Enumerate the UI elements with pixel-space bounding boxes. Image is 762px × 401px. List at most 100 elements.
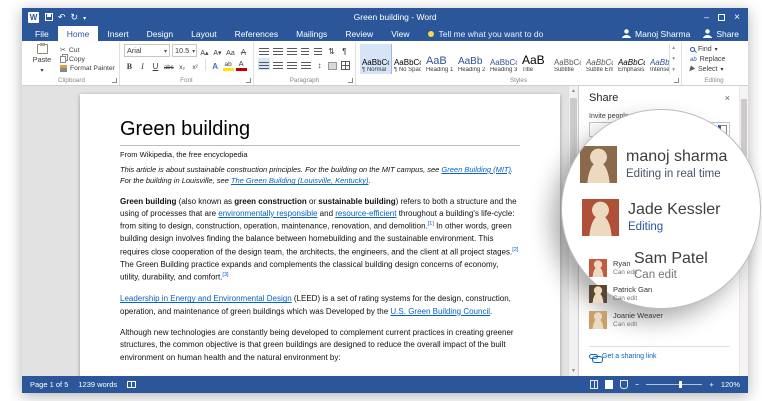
style-card-subtle-emphasis[interactable]: AaBbCcDc Subtle Em... bbox=[584, 44, 615, 74]
tab-view[interactable]: View bbox=[382, 26, 418, 41]
bold-button[interactable] bbox=[124, 59, 135, 71]
cut-button[interactable]: Cut bbox=[60, 46, 115, 54]
styles-scroll-up-icon[interactable] bbox=[672, 45, 675, 51]
font-family-dropdown-icon[interactable] bbox=[164, 46, 167, 55]
close-icon[interactable] bbox=[734, 12, 740, 23]
align-right-icon[interactable] bbox=[286, 62, 297, 70]
clipboard-dialog-launcher-icon[interactable] bbox=[111, 78, 117, 83]
proofing-icon[interactable] bbox=[127, 381, 137, 388]
shrink-font-button[interactable] bbox=[212, 45, 223, 57]
page-indicator[interactable]: Page 1 of 5 bbox=[30, 380, 68, 389]
borders-icon[interactable] bbox=[340, 61, 350, 70]
paste-dropdown-icon[interactable] bbox=[40, 65, 43, 74]
align-left-icon[interactable] bbox=[258, 62, 269, 70]
redo-icon[interactable] bbox=[71, 12, 79, 23]
line-spacing-button[interactable] bbox=[314, 58, 325, 70]
numbering-icon[interactable] bbox=[272, 48, 283, 56]
share-pane-close-icon[interactable] bbox=[725, 93, 730, 103]
style-card-title[interactable]: AaB Title bbox=[520, 44, 551, 74]
styles-dialog-launcher-icon[interactable] bbox=[674, 78, 679, 83]
multilevel-list-icon[interactable] bbox=[286, 48, 297, 56]
increase-indent-icon[interactable] bbox=[314, 48, 323, 56]
font-size-dropdown-icon[interactable] bbox=[192, 46, 195, 55]
zoom-in-icon[interactable] bbox=[709, 380, 713, 389]
print-layout-icon[interactable] bbox=[605, 380, 614, 389]
save-icon[interactable] bbox=[45, 13, 53, 21]
font-color-button[interactable] bbox=[235, 59, 247, 71]
zoom-slider[interactable] bbox=[646, 381, 703, 388]
tell-me-box[interactable]: Tell me what you want to do bbox=[428, 26, 543, 41]
font-dialog-launcher-icon[interactable] bbox=[245, 78, 251, 83]
decrease-indent-icon[interactable] bbox=[301, 48, 310, 56]
align-center-icon[interactable] bbox=[272, 62, 283, 70]
restore-icon[interactable] bbox=[718, 13, 726, 21]
tab-home[interactable]: Home bbox=[57, 26, 99, 41]
user-icon bbox=[622, 29, 632, 38]
select-dropdown-icon[interactable] bbox=[720, 66, 723, 73]
paragraph-dialog-launcher-icon[interactable] bbox=[347, 78, 353, 83]
collaborator-row[interactable]: Joanie Weaver Can edit bbox=[589, 307, 730, 333]
change-case-button[interactable] bbox=[225, 45, 236, 57]
format-painter-button[interactable]: Format Painter bbox=[60, 65, 115, 72]
copy-button[interactable]: Copy bbox=[60, 56, 115, 63]
tab-review[interactable]: Review bbox=[336, 26, 382, 41]
superscript-button[interactable] bbox=[190, 59, 201, 71]
shading-icon[interactable] bbox=[327, 62, 337, 70]
scroll-down-icon[interactable] bbox=[569, 366, 578, 376]
find-button[interactable]: Find bbox=[690, 46, 738, 53]
word-logo-icon[interactable]: W bbox=[28, 11, 39, 23]
collaborator-row[interactable]: Ryan Can edit bbox=[589, 255, 730, 281]
minimize-icon[interactable] bbox=[704, 12, 709, 22]
style-name: Intense E... bbox=[649, 67, 670, 73]
sort-button[interactable] bbox=[326, 44, 337, 56]
underline-button[interactable] bbox=[150, 59, 161, 71]
word-count[interactable]: 1239 words bbox=[78, 380, 117, 389]
grow-font-button[interactable] bbox=[199, 45, 210, 57]
bullets-icon[interactable] bbox=[258, 48, 269, 56]
styles-more-icon[interactable] bbox=[672, 67, 675, 73]
justify-icon[interactable] bbox=[300, 62, 311, 70]
show-formatting-marks-button[interactable] bbox=[339, 44, 350, 56]
subscript-button[interactable] bbox=[177, 59, 188, 71]
styles-scroll-down-icon[interactable] bbox=[672, 56, 675, 62]
style-card-no-spacing[interactable]: AaBbCcDc ¶ No Spac... bbox=[392, 44, 423, 74]
clear-formatting-button[interactable] bbox=[238, 45, 249, 57]
style-card-heading3[interactable]: AaBbCcD Heading 3 bbox=[488, 44, 519, 74]
italic-button[interactable] bbox=[137, 59, 148, 71]
zoom-level[interactable]: 120% bbox=[721, 380, 740, 389]
zoom-out-icon[interactable] bbox=[635, 380, 639, 389]
account-button[interactable]: Manoj Sharma bbox=[622, 29, 690, 39]
strikethrough-button[interactable] bbox=[163, 59, 175, 71]
web-layout-icon[interactable] bbox=[620, 380, 629, 389]
style-card-heading2[interactable]: AaBb Heading 2 bbox=[456, 44, 487, 74]
zoom-slider-thumb[interactable] bbox=[678, 381, 682, 388]
tab-insert[interactable]: Insert bbox=[98, 26, 137, 41]
style-card-emphasis[interactable]: AaBbCcDc Emphasis bbox=[616, 44, 647, 74]
paste-button[interactable]: Paste bbox=[28, 43, 56, 74]
tab-references[interactable]: References bbox=[226, 26, 287, 41]
undo-icon[interactable] bbox=[58, 12, 66, 23]
select-button[interactable]: Select bbox=[689, 65, 738, 73]
scroll-up-icon[interactable] bbox=[569, 86, 578, 96]
tab-mailings[interactable]: Mailings bbox=[287, 26, 336, 41]
replace-button[interactable]: Replace bbox=[690, 56, 738, 63]
tab-file[interactable]: File bbox=[26, 26, 58, 41]
collaborator-row[interactable]: Patrick Gan Can edit bbox=[589, 281, 730, 307]
tab-design[interactable]: Design bbox=[138, 26, 182, 41]
font-family-combo[interactable]: Arial bbox=[123, 44, 170, 57]
style-card-subtitle[interactable]: AaBbCcD Subtitle bbox=[552, 44, 583, 74]
document-page[interactable]: Green building From Wikipedia, the free … bbox=[80, 94, 560, 376]
font-size-combo[interactable]: 10.5 bbox=[171, 44, 197, 57]
highlight-color-button[interactable] bbox=[222, 59, 234, 71]
find-dropdown-icon[interactable] bbox=[715, 46, 718, 53]
tab-layout[interactable]: Layout bbox=[182, 26, 226, 41]
text-effects-button[interactable] bbox=[210, 59, 221, 71]
style-card-heading1[interactable]: AaB Heading 1 bbox=[424, 44, 455, 74]
style-card-normal[interactable]: AaBbCcDc ¶ Normal bbox=[359, 44, 392, 74]
get-sharing-link[interactable]: Get a sharing link bbox=[589, 346, 730, 363]
style-card-intense-emphasis[interactable]: AaBbCcDc Intense E... bbox=[648, 44, 669, 74]
share-pane-scrollbar-thumb[interactable] bbox=[741, 99, 747, 157]
qat-menu-icon[interactable] bbox=[83, 12, 86, 22]
read-mode-icon[interactable] bbox=[590, 380, 599, 389]
share-button[interactable]: Share bbox=[703, 29, 739, 39]
